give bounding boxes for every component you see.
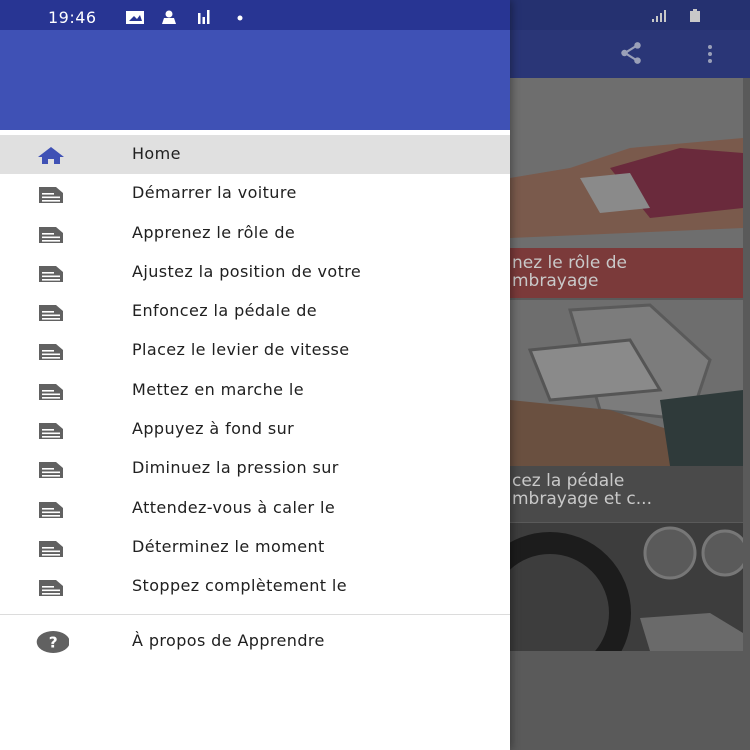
drawer-item-label: Home	[132, 144, 181, 163]
drawer-divider	[0, 614, 510, 615]
navigation-drawer: 19:46 Home Démarrer la voiture Apprenez …	[0, 0, 510, 750]
drawer-item-label: Appuyez à fond sur	[132, 419, 295, 439]
status-notification-icons	[126, 10, 243, 24]
article-card: nez le rôle de mbrayage	[510, 78, 743, 298]
home-icon	[38, 147, 64, 164]
drawer-item-label: Stoppez complètement le	[132, 576, 348, 596]
document-icon	[39, 501, 63, 518]
drawer-item-article[interactable]: Démarrer la voiture	[0, 174, 510, 213]
document-icon	[39, 462, 63, 479]
more-options-icon	[708, 45, 712, 63]
card-caption: cez la pédale mbrayage et c...	[510, 466, 743, 522]
drawer-item-label: Démarrer la voiture	[132, 183, 297, 203]
drawer-item-article[interactable]: Diminuez la pression sur	[0, 449, 510, 488]
drawer-header	[0, 30, 510, 130]
drawer-item-label: Diminuez la pression sur	[132, 458, 339, 478]
document-icon	[39, 226, 63, 243]
drawer-item-article[interactable]: Enfoncez la pédale de	[0, 292, 510, 331]
share-icon	[621, 42, 641, 64]
document-icon	[39, 540, 63, 557]
card-image	[510, 523, 743, 651]
drawer-item-label: Ajustez la position de votre	[132, 261, 362, 281]
drawer-item-article[interactable]: Mettez en marche le	[0, 371, 510, 410]
drawer-item-label: Attendez-vous à caler le	[132, 497, 336, 517]
document-icon	[39, 265, 63, 282]
drawer-item-about[interactable]: ? À propos de Apprendre	[0, 622, 510, 662]
document-icon	[39, 423, 63, 440]
document-icon	[39, 383, 63, 400]
document-icon	[39, 305, 63, 322]
drawer-item-label: Déterminez le moment	[132, 536, 325, 556]
drawer-menu: Home Démarrer la voiture Apprenez le rôl…	[0, 135, 510, 607]
drawer-item-article[interactable]: Placez le levier de vitesse	[0, 331, 510, 370]
document-icon	[39, 580, 63, 597]
help-icon: ?	[36, 631, 69, 653]
drawer-item-article[interactable]: Ajustez la position de votre	[0, 253, 510, 292]
card-image	[510, 300, 743, 466]
card-caption: nez le rôle de mbrayage	[510, 248, 743, 298]
document-icon	[39, 187, 63, 204]
drawer-item-label: Apprenez le rôle de	[132, 222, 296, 242]
drawer-item-label: À propos de Apprendre	[132, 631, 325, 650]
status-bar: 19:46	[0, 0, 510, 30]
status-time: 19:46	[48, 8, 97, 27]
article-card	[510, 523, 743, 651]
drawer-item-label: Placez le levier de vitesse	[132, 340, 350, 360]
drawer-item-label: Mettez en marche le	[132, 379, 304, 399]
card-image	[510, 78, 743, 248]
drawer-item-article[interactable]: Déterminez le moment	[0, 528, 510, 567]
drawer-item-label: Enfoncez la pédale de	[132, 301, 318, 321]
drawer-item-article[interactable]: Appuyez à fond sur	[0, 410, 510, 449]
document-icon	[39, 344, 63, 361]
drawer-item-article[interactable]: Stoppez complètement le	[0, 567, 510, 606]
article-card: cez la pédale mbrayage et c...	[510, 300, 743, 522]
drawer-item-article[interactable]: Apprenez le rôle de	[0, 214, 510, 253]
svg-text:?: ?	[49, 634, 58, 652]
drawer-item-home[interactable]: Home	[0, 135, 510, 175]
drawer-item-article[interactable]: Attendez-vous à caler le	[0, 489, 510, 528]
signal-battery-icon	[652, 9, 700, 22]
